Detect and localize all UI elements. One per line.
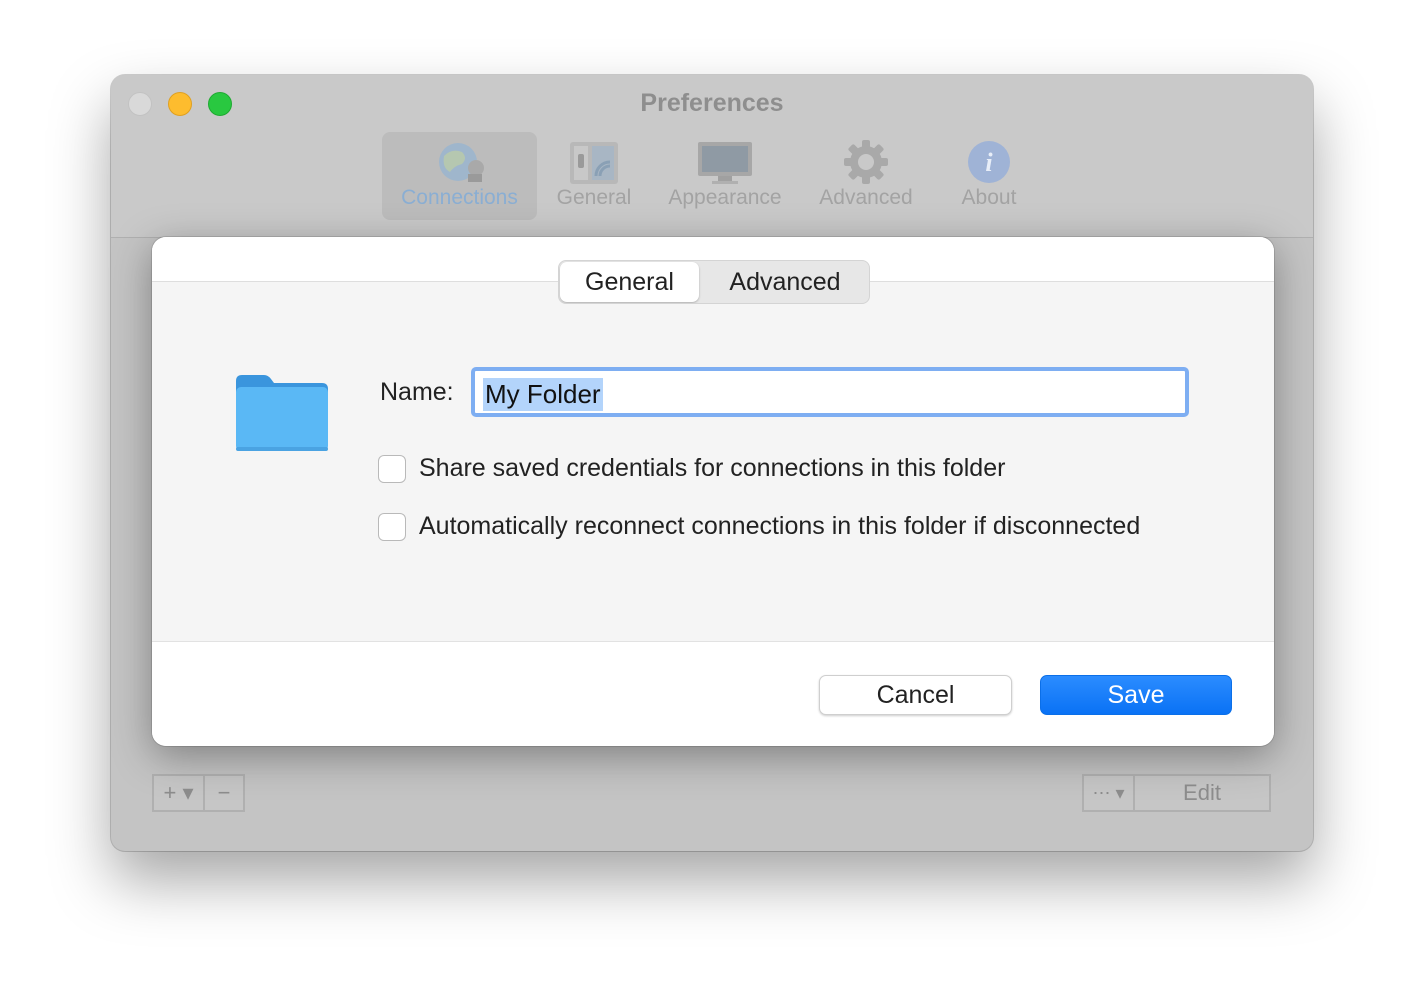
toolbar-label: Advanced <box>819 186 913 209</box>
toolbar-label: General <box>556 186 632 209</box>
sheet-footer: Cancel Save <box>152 641 1274 746</box>
auto-reconnect-label: Automatically reconnect connections in t… <box>419 512 1141 540</box>
globe-network-icon <box>438 143 484 182</box>
remove-button[interactable]: − <box>203 774 245 812</box>
tab-general[interactable]: General <box>560 262 699 302</box>
window-title: Preferences <box>640 89 784 117</box>
switch-panel-icon <box>570 142 618 184</box>
title-bar: Preferences Connections General Appearan… <box>111 75 1313 238</box>
cancel-button[interactable]: Cancel <box>819 675 1012 715</box>
toolbar-label: Connections <box>401 186 518 209</box>
add-menu-button[interactable]: + ▾ <box>152 774 205 812</box>
toolbar-label: About <box>961 186 1017 209</box>
toolbar-advanced[interactable]: Advanced <box>811 132 921 220</box>
info-icon: i <box>968 141 1010 183</box>
monitor-icon <box>698 142 752 184</box>
name-input-value: My Folder <box>483 378 603 411</box>
gear-icon <box>844 140 888 184</box>
name-label: Name: <box>380 378 454 406</box>
svg-text:i: i <box>985 148 993 177</box>
action-menu-button[interactable]: ⋯ ▾ <box>1082 774 1135 812</box>
tab-segmented-control: General Advanced <box>558 260 870 304</box>
folder-icon <box>236 375 328 451</box>
toolbar-label: Appearance <box>668 186 782 209</box>
edit-button[interactable]: Edit <box>1133 774 1271 812</box>
share-credentials-label: Share saved credentials for connections … <box>419 454 1006 482</box>
tab-advanced[interactable]: Advanced <box>701 261 869 303</box>
toolbar-general[interactable]: General <box>549 132 639 220</box>
toolbar-appearance[interactable]: Appearance <box>660 132 790 220</box>
share-credentials-checkbox[interactable] <box>378 455 406 483</box>
auto-reconnect-checkbox[interactable] <box>378 513 406 541</box>
save-button[interactable]: Save <box>1040 675 1232 715</box>
name-input[interactable]: My Folder <box>471 367 1189 417</box>
folder-sheet: General Advanced Name: My Folder Share s… <box>152 237 1274 746</box>
toolbar-connections[interactable]: Connections <box>382 132 537 220</box>
toolbar-about[interactable]: i About <box>949 132 1029 220</box>
